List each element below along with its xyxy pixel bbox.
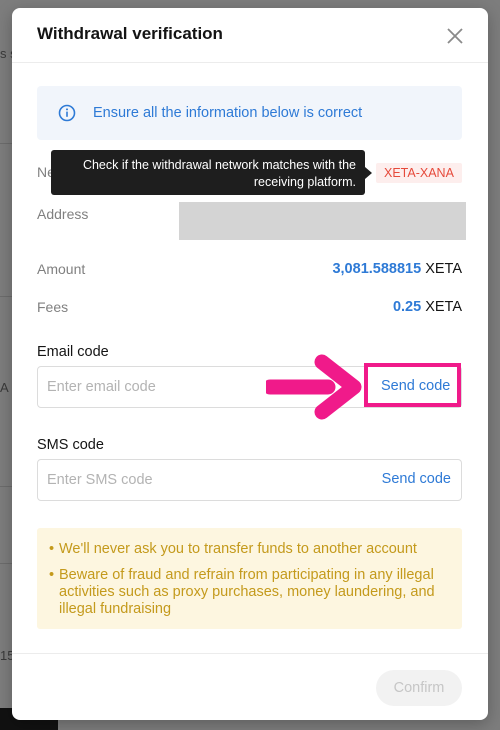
warning-bullet: • (49, 541, 55, 557)
info-text: Ensure all the information below is corr… (93, 105, 363, 121)
fees-label: Fees (37, 299, 69, 315)
sms-code-field-wrapper: Send code (37, 459, 462, 501)
modal-title: Withdrawal verification (37, 24, 223, 43)
address-redacted (179, 202, 466, 240)
tooltip-line: receiving platform. (253, 175, 356, 189)
amount-value: 3,081.588815 XETA (332, 261, 462, 277)
amount-unit: XETA (425, 261, 462, 277)
background-divider (0, 563, 12, 564)
network-badge: XETA-XANA (376, 163, 462, 183)
withdrawal-verification-modal: Withdrawal verification Ensure all the i… (12, 8, 488, 720)
sms-send-code-button[interactable]: Send code (382, 471, 451, 487)
header-divider (12, 62, 488, 63)
warning-item: • Beware of fraud and refrain from parti… (49, 567, 444, 618)
sms-code-input[interactable] (38, 460, 347, 500)
tooltip-arrow (365, 167, 372, 179)
background-divider (0, 486, 12, 487)
warning-bullet: • (49, 567, 55, 583)
background-text: A (0, 380, 9, 395)
background-divider (0, 296, 12, 297)
email-send-code-button[interactable]: Send code (381, 378, 450, 394)
fees-value: 0.25 XETA (393, 299, 462, 315)
amount-label: Amount (37, 261, 86, 277)
sms-code-label: SMS code (37, 437, 104, 453)
close-icon[interactable] (444, 25, 466, 47)
network-tooltip: Check if the withdrawal network matches … (51, 150, 365, 195)
info-banner: Ensure all the information below is corr… (37, 86, 462, 140)
fees-number: 0.25 (392, 299, 422, 315)
pointer-arrow-icon (266, 354, 362, 420)
footer-divider (12, 653, 488, 654)
warning-text: Beware of fraud and refrain from partici… (59, 567, 435, 617)
confirm-button[interactable]: Confirm (376, 670, 462, 706)
fees-unit: XETA (425, 299, 462, 315)
warning-item: • We'll never ask you to transfer funds … (49, 541, 444, 558)
email-code-label: Email code (37, 344, 109, 360)
background-divider (0, 143, 12, 144)
info-icon (58, 104, 76, 122)
tooltip-line: Check if the withdrawal network matches … (82, 158, 356, 172)
warning-text: We'll never ask you to transfer funds to… (59, 541, 417, 557)
amount-number: 3,081.588815 (332, 261, 422, 277)
send-code-highlight: Send code (364, 363, 461, 407)
address-label: Address (37, 206, 89, 222)
warning-box: • We'll never ask you to transfer funds … (37, 528, 462, 629)
